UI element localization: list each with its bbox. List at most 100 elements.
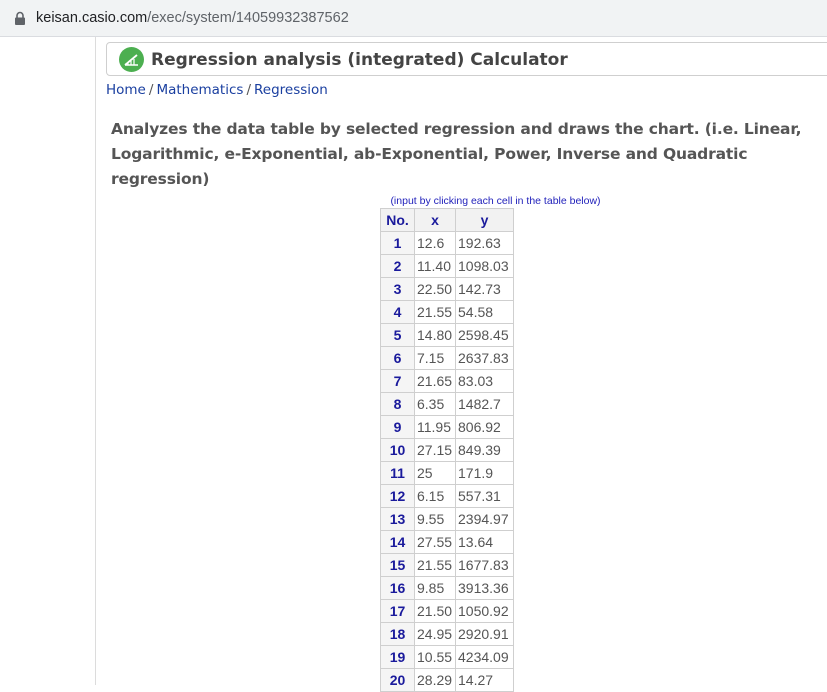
row-number: 17 (380, 599, 415, 623)
y-value-cell[interactable]: 171.9 (455, 461, 514, 485)
x-value-cell[interactable]: 6.35 (414, 392, 456, 416)
table-row: 5 14.80 2598.45 (380, 323, 514, 347)
x-value-cell[interactable]: 11.95 (414, 415, 456, 439)
x-value-cell[interactable]: 11.40 (414, 254, 456, 278)
table-row: 14 27.55 13.64 (380, 530, 514, 554)
y-value-cell[interactable]: 54.58 (455, 300, 514, 324)
y-value-cell[interactable]: 142.73 (455, 277, 514, 301)
y-value-cell[interactable]: 2598.45 (455, 323, 514, 347)
header-x: x (414, 208, 456, 232)
breadcrumb-separator: / (148, 82, 154, 98)
row-number: 2 (380, 254, 415, 278)
x-value-cell[interactable]: 24.95 (414, 622, 456, 646)
breadcrumb: Home / Mathematics / Regression (106, 82, 328, 98)
table-row: 1 12.6 192.63 (380, 231, 514, 255)
row-number: 20 (380, 668, 415, 692)
table-row: 11 25 171.9 (380, 461, 514, 485)
x-value-cell[interactable]: 25 (414, 461, 456, 485)
x-value-cell[interactable]: 21.50 (414, 599, 456, 623)
y-value-cell[interactable]: 13.64 (455, 530, 514, 554)
table-row: 9 11.95 806.92 (380, 415, 514, 439)
row-number: 3 (380, 277, 415, 301)
row-number: 5 (380, 323, 415, 347)
table-row: 12 6.15 557.31 (380, 484, 514, 508)
x-value-cell[interactable]: 9.55 (414, 507, 456, 531)
table-row: 20 28.29 14.27 (380, 668, 514, 692)
table-header-row: No. x y (380, 208, 514, 232)
table-row: 7 21.65 83.03 (380, 369, 514, 393)
x-value-cell[interactable]: 14.80 (414, 323, 456, 347)
title-box: Regression analysis (integrated) Calcula… (106, 42, 827, 76)
regression-chart-logo-icon (119, 47, 144, 72)
x-value-cell[interactable]: 28.29 (414, 668, 456, 692)
row-number: 8 (380, 392, 415, 416)
x-value-cell[interactable]: 21.55 (414, 300, 456, 324)
row-number: 4 (380, 300, 415, 324)
y-value-cell[interactable]: 3913.36 (455, 576, 514, 600)
address-bar[interactable]: keisan.casio.com/exec/system/14059932387… (0, 0, 827, 37)
row-number: 19 (380, 645, 415, 669)
lock-icon[interactable] (13, 11, 27, 26)
table-row: 4 21.55 54.58 (380, 300, 514, 324)
y-value-cell[interactable]: 2394.97 (455, 507, 514, 531)
row-number: 12 (380, 484, 415, 508)
y-value-cell[interactable]: 806.92 (455, 415, 514, 439)
breadcrumb-regression-link[interactable]: Regression (254, 82, 328, 98)
y-value-cell[interactable]: 1098.03 (455, 254, 514, 278)
table-row: 8 6.35 1482.7 (380, 392, 514, 416)
table-row: 10 27.15 849.39 (380, 438, 514, 462)
table-row: 15 21.55 1677.83 (380, 553, 514, 577)
row-number: 13 (380, 507, 415, 531)
table-row: 19 10.55 4234.09 (380, 645, 514, 669)
header-no: No. (380, 208, 415, 232)
table-row: 18 24.95 2920.91 (380, 622, 514, 646)
left-gutter-divider (95, 37, 96, 685)
y-value-cell[interactable]: 4234.09 (455, 645, 514, 669)
breadcrumb-mathematics-link[interactable]: Mathematics (156, 82, 243, 98)
y-value-cell[interactable]: 192.63 (455, 231, 514, 255)
row-number: 10 (380, 438, 415, 462)
row-number: 7 (380, 369, 415, 393)
y-value-cell[interactable]: 2920.91 (455, 622, 514, 646)
breadcrumb-home-link[interactable]: Home (106, 82, 146, 98)
table-row: 2 11.40 1098.03 (380, 254, 514, 278)
url-text[interactable]: keisan.casio.com/exec/system/14059932387… (36, 10, 349, 26)
table-row: 6 7.15 2637.83 (380, 346, 514, 370)
y-value-cell[interactable]: 83.03 (455, 369, 514, 393)
url-host: keisan.casio.com (36, 10, 148, 26)
table-row: 16 9.85 3913.36 (380, 576, 514, 600)
table-row: 13 9.55 2394.97 (380, 507, 514, 531)
y-value-cell[interactable]: 1482.7 (455, 392, 514, 416)
row-number: 11 (380, 461, 415, 485)
x-value-cell[interactable]: 21.65 (414, 369, 456, 393)
x-value-cell[interactable]: 6.15 (414, 484, 456, 508)
row-number: 6 (380, 346, 415, 370)
y-value-cell[interactable]: 2637.83 (455, 346, 514, 370)
page-description: Analyzes the data table by selected regr… (111, 120, 802, 188)
x-value-cell[interactable]: 10.55 (414, 645, 456, 669)
x-value-cell[interactable]: 12.6 (414, 231, 456, 255)
y-value-cell[interactable]: 14.27 (455, 668, 514, 692)
row-number: 18 (380, 622, 415, 646)
x-value-cell[interactable]: 7.15 (414, 346, 456, 370)
row-number: 16 (380, 576, 415, 600)
table-row: 17 21.50 1050.92 (380, 599, 514, 623)
header-y: y (455, 208, 514, 232)
table-hint: (input by clicking each cell in the tabl… (390, 195, 601, 207)
page-title: Regression analysis (integrated) Calcula… (151, 50, 568, 70)
y-value-cell[interactable]: 1050.92 (455, 599, 514, 623)
y-value-cell[interactable]: 1677.83 (455, 553, 514, 577)
url-path: /exec/system/14059932387562 (147, 10, 349, 26)
row-number: 14 (380, 530, 415, 554)
x-value-cell[interactable]: 27.15 (414, 438, 456, 462)
x-value-cell[interactable]: 22.50 (414, 277, 456, 301)
data-table: No. x y 1 12.6 192.63 2 11.40 1098.03 3 22.50 14… (380, 208, 514, 692)
row-number: 9 (380, 415, 415, 439)
y-value-cell[interactable]: 557.31 (455, 484, 514, 508)
x-value-cell[interactable]: 27.55 (414, 530, 456, 554)
x-value-cell[interactable]: 21.55 (414, 553, 456, 577)
y-value-cell[interactable]: 849.39 (455, 438, 514, 462)
row-number: 1 (380, 231, 415, 255)
x-value-cell[interactable]: 9.85 (414, 576, 456, 600)
breadcrumb-separator: / (246, 82, 251, 98)
